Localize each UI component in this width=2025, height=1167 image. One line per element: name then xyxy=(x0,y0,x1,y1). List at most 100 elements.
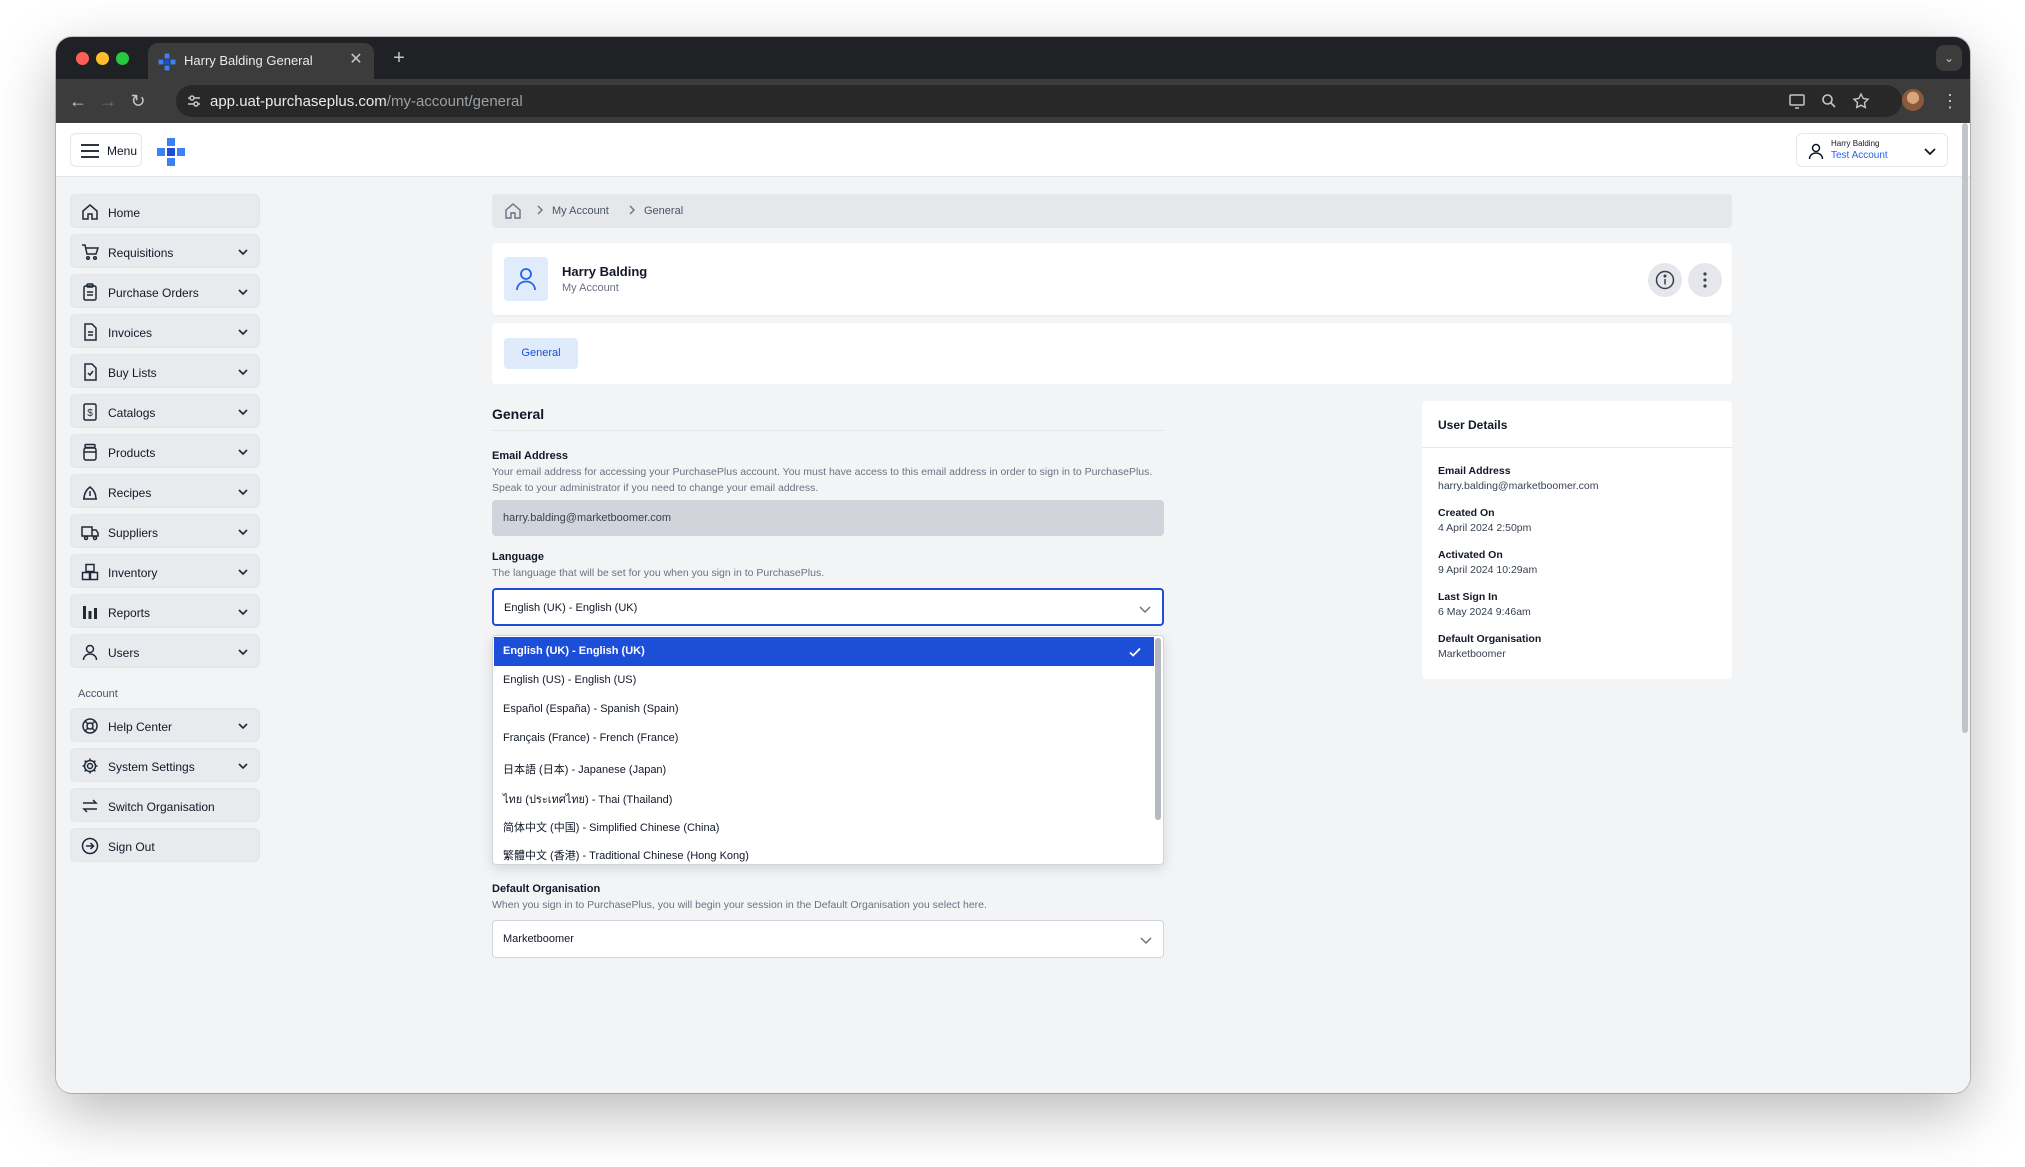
tab-search-chevron-icon[interactable]: ⌄ xyxy=(1936,45,1962,71)
detail-label: Created On xyxy=(1438,507,1495,519)
profile-subtitle: My Account xyxy=(562,282,619,294)
site-settings-icon[interactable] xyxy=(186,93,202,109)
language-option[interactable]: English (UK) - English (UK) xyxy=(494,637,1154,666)
sidebar-item-label: Inventory xyxy=(108,566,158,580)
sidebar-item-buy-lists[interactable]: Buy Lists xyxy=(70,354,260,388)
web-page: Menu Harry Balding Test Account Home Req… xyxy=(56,123,1970,1093)
chevron-down-icon xyxy=(238,409,248,416)
language-option[interactable]: Español (España) - Spanish (Spain) xyxy=(494,695,1154,724)
purchaseplus-logo-icon[interactable] xyxy=(156,137,186,167)
browser-menu-icon[interactable]: ⋮ xyxy=(1938,89,1962,113)
more-vertical-icon xyxy=(1703,272,1707,288)
detail-value: 9 April 2024 10:29am xyxy=(1438,564,1538,576)
url-host: app.uat-purchaseplus.com xyxy=(210,93,387,110)
sidebar-item-label: Recipes xyxy=(108,486,152,500)
sidebar-item-users[interactable]: Users xyxy=(70,634,260,668)
dropdown-scrollbar[interactable] xyxy=(1155,638,1161,820)
language-option[interactable]: Français (France) - French (France) xyxy=(494,724,1154,753)
tab-strip: Harry Balding General ✕ + ⌄ xyxy=(56,37,1970,79)
breadcrumb: My Account General xyxy=(492,194,1732,228)
forward-icon[interactable]: → xyxy=(96,89,120,113)
sidebar-item-sign-out[interactable]: Sign Out xyxy=(70,828,260,862)
sidebar-item-home[interactable]: Home xyxy=(70,194,260,228)
user-details-card: User Details Email Address harry.balding… xyxy=(1422,401,1732,679)
recipe-icon xyxy=(83,486,97,500)
menu-button[interactable]: Menu xyxy=(70,133,142,167)
sidebar-item-label: Invoices xyxy=(108,326,153,340)
url-text: app.uat-purchaseplus.com/my-account/gene… xyxy=(210,93,523,110)
tab-close-icon[interactable]: ✕ xyxy=(346,50,366,70)
default-organisation-select[interactable]: Marketboomer xyxy=(492,920,1164,958)
language-option[interactable]: English (US) - English (US) xyxy=(494,666,1154,695)
language-option[interactable]: 日本語 (日本) - Japanese (Japan) xyxy=(494,753,1154,782)
sidebar-item-help-center[interactable]: Help Center xyxy=(70,708,260,742)
detail-label: Activated On xyxy=(1438,549,1503,561)
profile-header-card: Harry Balding My Account xyxy=(492,243,1732,315)
chevron-down-icon xyxy=(1140,937,1152,945)
sidebar-nav: Home Requisitions Purchase Orders Invoic… xyxy=(70,194,260,868)
zoom-icon[interactable] xyxy=(1820,92,1838,110)
sidebar-item-invoices[interactable]: Invoices xyxy=(70,314,260,348)
info-icon xyxy=(1655,270,1675,290)
language-selected-value: English (UK) - English (UK) xyxy=(504,602,638,614)
detail-value: 4 April 2024 2:50pm xyxy=(1438,522,1532,534)
language-option[interactable]: ไทย (ประเทศไทย) - Thai (Thailand) xyxy=(494,782,1154,811)
sidebar-item-inventory[interactable]: Inventory xyxy=(70,554,260,588)
sidebar-item-label: Buy Lists xyxy=(108,366,157,380)
user-name: Harry Balding xyxy=(1831,139,1880,148)
jar-icon xyxy=(83,443,97,461)
chevron-down-icon xyxy=(238,723,248,730)
cart-icon xyxy=(82,244,99,261)
language-option-label: Español (España) - Spanish (Spain) xyxy=(503,703,679,715)
home-icon xyxy=(82,204,98,220)
user-menu-button[interactable]: Harry Balding Test Account xyxy=(1796,133,1948,167)
language-dropdown-list: English (UK) - English (UK) English (US)… xyxy=(492,635,1164,865)
new-tab-icon[interactable]: + xyxy=(388,47,410,69)
minimize-window-button[interactable] xyxy=(96,52,109,65)
truck-icon xyxy=(81,526,99,541)
sidebar-item-system-settings[interactable]: System Settings xyxy=(70,748,260,782)
language-option-label: Français (France) - French (France) xyxy=(503,732,679,744)
divider xyxy=(1422,447,1732,448)
language-option[interactable]: 简体中文 (中国) - Simplified Chinese (China) xyxy=(494,811,1154,840)
back-icon[interactable]: ← xyxy=(66,89,90,113)
sidebar-item-suppliers[interactable]: Suppliers xyxy=(70,514,260,548)
page-scrollbar[interactable] xyxy=(1962,123,1968,733)
sidebar-item-products[interactable]: Products xyxy=(70,434,260,468)
chevron-down-icon xyxy=(238,529,248,536)
browser-tab[interactable]: Harry Balding General ✕ xyxy=(148,43,374,79)
language-option-label: English (UK) - English (UK) xyxy=(503,645,645,657)
language-select[interactable]: English (UK) - English (UK) xyxy=(492,588,1164,626)
checklist-icon xyxy=(84,363,97,381)
sidebar-item-switch-organisation[interactable]: Switch Organisation xyxy=(70,788,260,822)
chevron-down-icon xyxy=(238,289,248,296)
sidebar-item-label: Home xyxy=(108,206,141,220)
detail-value: harry.balding@marketboomer.com xyxy=(1438,480,1599,492)
more-options-button[interactable] xyxy=(1688,263,1722,297)
svg-text:$: $ xyxy=(87,408,93,419)
breadcrumb-my-account[interactable]: My Account xyxy=(552,205,609,217)
email-label: Email Address xyxy=(492,450,569,462)
sidebar-item-recipes[interactable]: Recipes xyxy=(70,474,260,508)
sidebar-item-reports[interactable]: Reports xyxy=(70,594,260,628)
sidebar-item-label: Users xyxy=(108,646,140,660)
language-option[interactable]: 繁體中文 (香港) - Traditional Chinese (Hong Ko… xyxy=(494,839,1154,864)
sidebar-item-catalogs[interactable]: $ Catalogs xyxy=(70,394,260,428)
address-bar[interactable]: app.uat-purchaseplus.com/my-account/gene… xyxy=(176,85,1902,117)
browser-profile-avatar[interactable] xyxy=(1902,89,1924,111)
home-icon[interactable] xyxy=(504,202,522,220)
sidebar-item-requisitions[interactable]: Requisitions xyxy=(70,234,260,268)
cast-icon[interactable] xyxy=(1788,92,1806,110)
info-button[interactable] xyxy=(1648,263,1682,297)
reload-icon[interactable]: ↻ xyxy=(126,89,150,113)
dollar-document-icon: $ xyxy=(83,403,97,421)
sidebar-item-purchase-orders[interactable]: Purchase Orders xyxy=(70,274,260,308)
close-window-button[interactable] xyxy=(76,52,89,65)
sidebar-item-label: Help Center xyxy=(108,720,173,734)
bookmark-star-icon[interactable] xyxy=(1852,92,1870,110)
tab-general[interactable]: General xyxy=(504,338,578,369)
chevron-down-icon xyxy=(238,369,248,376)
menu-label: Menu xyxy=(107,144,138,158)
language-option-label: 简体中文 (中国) - Simplified Chinese (China) xyxy=(503,822,720,834)
maximize-window-button[interactable] xyxy=(116,52,129,65)
